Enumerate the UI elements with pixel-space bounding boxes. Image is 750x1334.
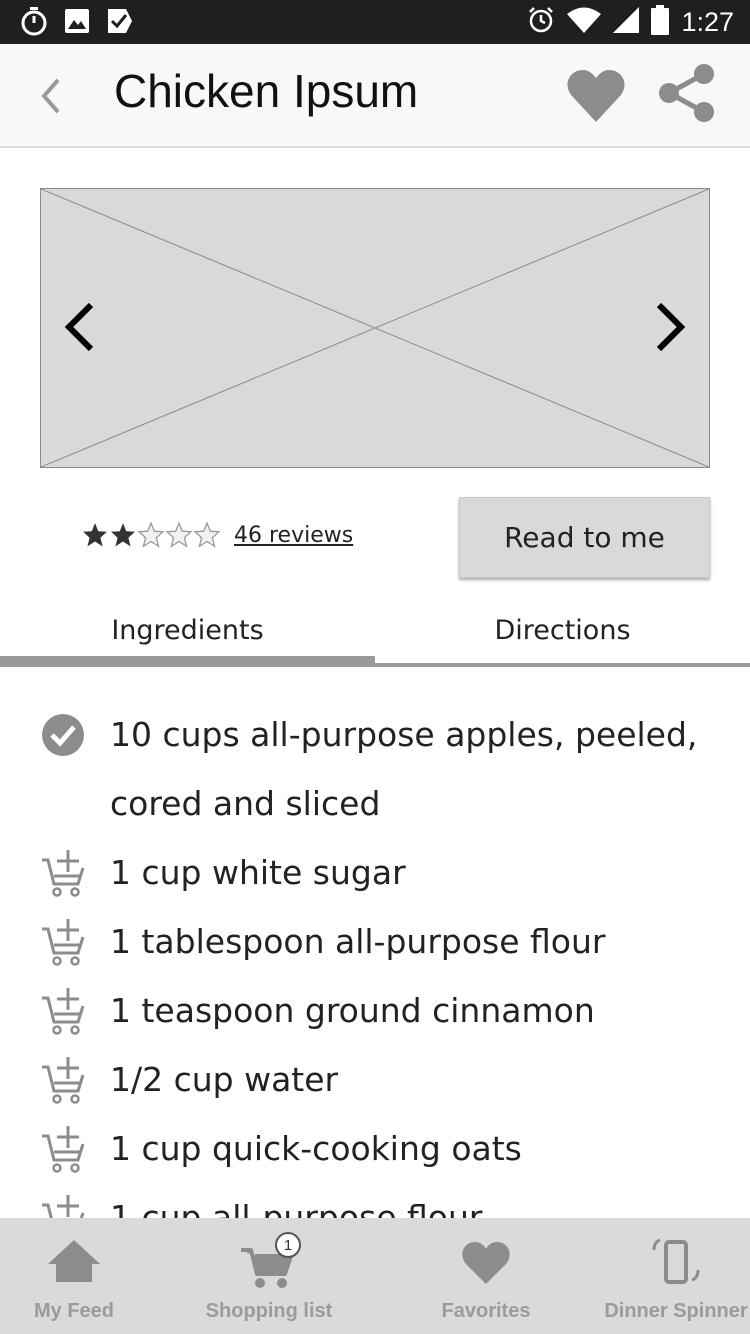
image-icon: [64, 8, 90, 38]
add-to-cart-icon[interactable]: [40, 984, 90, 1035]
cart-badge: 1: [275, 1232, 301, 1258]
share-icon: [659, 64, 714, 122]
nav-item-favorites[interactable]: Favorites: [430, 1218, 542, 1334]
ingredient-text: 1 cup white sugar: [110, 853, 406, 892]
recipe-tabs: Ingredients Directions: [0, 598, 750, 670]
add-to-cart-icon[interactable]: [40, 846, 90, 897]
app-header: Chicken Ipsum: [0, 44, 750, 148]
ingredient-row: 1 cup all-purpose flour: [0, 1183, 750, 1218]
tab-divider: [375, 663, 750, 667]
ingredient-text: 1 cup all-purpose flour: [110, 1198, 483, 1218]
recipe-image-carousel[interactable]: [40, 188, 710, 468]
add-to-cart-icon[interactable]: [40, 1191, 90, 1218]
star-empty-icon: [194, 522, 220, 548]
add-to-cart-icon[interactable]: [40, 1053, 90, 1104]
ingredient-row: 1 tablespoon all-purpose flour: [0, 907, 750, 976]
nav-item-dinner-spinner[interactable]: Dinner Spinner: [602, 1218, 750, 1334]
chevron-left-icon: [41, 78, 60, 114]
star-filled-icon: [111, 523, 135, 547]
page-title: Chicken Ipsum: [114, 65, 419, 117]
ingredient-row: 1 teaspoon ground cinnamon: [0, 976, 750, 1045]
ingredient-row: 10 cups all-purpose apples, peeled, core…: [0, 700, 750, 838]
tab-directions[interactable]: Directions: [375, 598, 750, 662]
star-empty-icon: [138, 522, 164, 548]
ingredient-text: 1 teaspoon ground cinnamon: [110, 991, 595, 1030]
clipboard-check-icon: [106, 7, 134, 39]
timer-icon: [20, 6, 48, 40]
nav-item-my-feed[interactable]: My Feed: [14, 1218, 134, 1334]
star-filled-icon: [83, 523, 107, 547]
nav-item-shopping-list[interactable]: 1 Shopping list: [196, 1218, 342, 1334]
cart-icon: 1: [239, 1232, 301, 1290]
alarm-icon: [527, 6, 555, 38]
favorite-button[interactable]: [566, 68, 626, 124]
image-placeholder: [41, 189, 709, 467]
status-bar: 1:27: [0, 0, 750, 44]
chevron-left-icon: [64, 302, 94, 352]
back-button[interactable]: [34, 72, 74, 120]
reviews-link[interactable]: 46 reviews: [234, 523, 353, 548]
rating: 46 reviews: [82, 522, 353, 548]
star-rating: [82, 522, 220, 548]
tab-ingredients[interactable]: Ingredients: [0, 598, 375, 662]
checked-icon[interactable]: [40, 712, 90, 760]
nav-label: My Feed: [33, 1300, 115, 1322]
star-empty-icon: [166, 522, 192, 548]
add-to-cart-icon[interactable]: [40, 1122, 90, 1173]
ingredient-row: 1 cup quick-cooking oats: [0, 1114, 750, 1183]
phone-shake-icon: [646, 1236, 706, 1290]
wifi-icon: [567, 7, 602, 37]
nav-label: Favorites: [441, 1300, 531, 1322]
chevron-right-icon: [656, 302, 686, 352]
add-to-cart-icon[interactable]: [40, 915, 90, 966]
share-button[interactable]: [656, 62, 718, 124]
ingredient-text: 1/2 cup water: [110, 1060, 339, 1099]
nav-label: Shopping list: [205, 1300, 333, 1322]
carousel-next-button[interactable]: [647, 299, 691, 355]
ingredient-text: 10 cups all-purpose apples, peeled, core…: [110, 715, 698, 823]
active-tab-indicator: [0, 656, 375, 667]
status-time: 1:27: [681, 6, 734, 37]
battery-icon: [651, 5, 670, 39]
home-icon: [44, 1236, 104, 1290]
carousel-prev-button[interactable]: [59, 299, 103, 355]
bottom-nav: My Feed 1 Shopping list Favorites Dinner…: [0, 1218, 750, 1334]
ingredient-row: 1/2 cup water: [0, 1045, 750, 1114]
ingredient-row: 1 cup white sugar: [0, 838, 750, 907]
ingredient-text: 1 cup quick-cooking oats: [110, 1129, 522, 1168]
nav-label: Dinner Spinner: [604, 1300, 748, 1322]
ingredients-list: 10 cups all-purpose apples, peeled, core…: [0, 700, 750, 1218]
read-to-me-button[interactable]: Read to me: [459, 497, 710, 578]
heart-icon: [456, 1236, 516, 1290]
heart-icon: [567, 70, 625, 122]
signal-icon: [613, 7, 640, 37]
ingredient-text: 1 tablespoon all-purpose flour: [110, 922, 606, 961]
